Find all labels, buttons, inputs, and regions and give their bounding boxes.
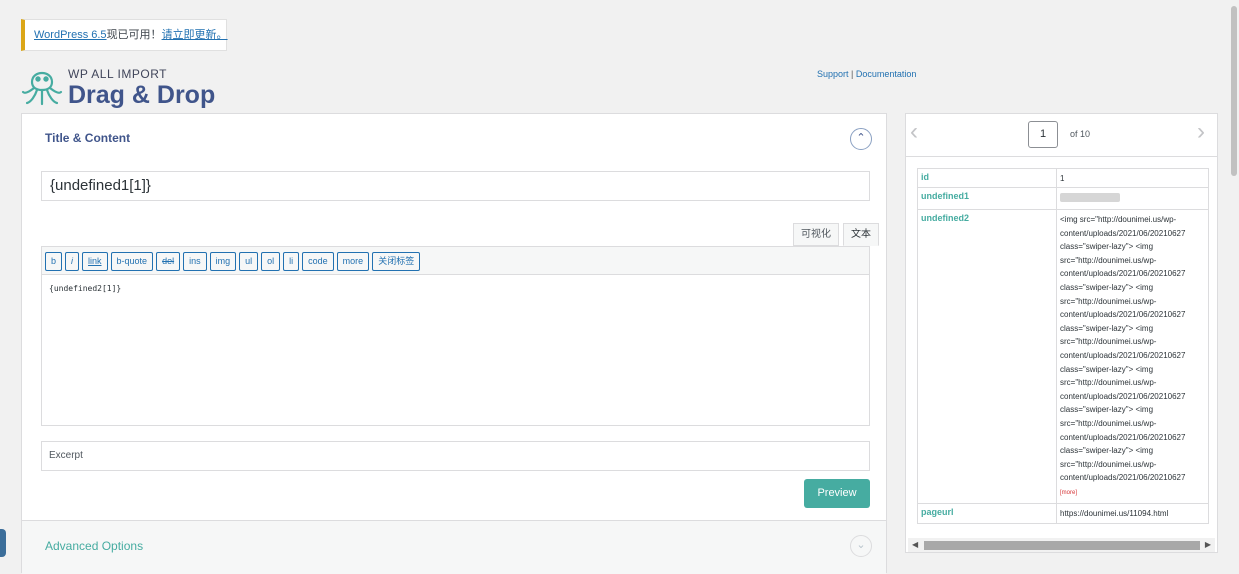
- page-scrollbar-thumb[interactable]: [1231, 6, 1237, 176]
- ins-button[interactable]: ins: [183, 252, 207, 271]
- record-row-undefined2: undefined2 <img src="http://dounimei.us/…: [917, 210, 1209, 504]
- italic-button[interactable]: i: [65, 252, 80, 271]
- documentation-link[interactable]: Documentation: [856, 69, 917, 79]
- expand-advanced-button[interactable]: ⌄: [850, 535, 872, 557]
- section-title: Title & Content: [45, 131, 131, 145]
- editor-mode-tabs: 可视化 文本: [789, 223, 879, 246]
- wordpress-version-link[interactable]: WordPress 6.5: [34, 29, 107, 41]
- close-tags-button[interactable]: 关闭标签: [372, 252, 421, 271]
- title-content-panel: Title & Content ⌃ {undefined1[1]} 可视化 文本…: [21, 113, 887, 574]
- help-separator: |: [848, 69, 856, 79]
- page-scrollbar[interactable]: [1229, 0, 1239, 563]
- horizontal-scrollbar[interactable]: ◀ ▶: [908, 538, 1215, 552]
- excerpt-input[interactable]: Excerpt: [41, 441, 870, 471]
- record-value-text: <img src="http://dounimei.us/wp- content…: [1060, 215, 1186, 483]
- img-button[interactable]: img: [209, 252, 237, 271]
- link-button[interactable]: link: [82, 252, 108, 271]
- ul-button[interactable]: ul: [239, 252, 259, 271]
- record-key[interactable]: undefined1: [918, 188, 1057, 209]
- brand-subtitle: WP ALL IMPORT: [68, 67, 167, 81]
- record-number-input[interactable]: 1: [1028, 121, 1058, 148]
- bold-button[interactable]: b: [45, 252, 63, 271]
- ol-button[interactable]: ol: [261, 252, 281, 271]
- brand-title: Drag & Drop: [68, 81, 216, 109]
- record-value: https://dounimei.us/11094.html: [1060, 509, 1169, 518]
- quicktags-toolbar: b i link b-quote del ins img ul ol li code more 关闭标签: [42, 247, 869, 275]
- record-key[interactable]: undefined2: [918, 210, 1057, 503]
- tab-visual[interactable]: 可视化: [793, 223, 839, 246]
- del-button[interactable]: del: [156, 252, 181, 271]
- blurred-value: [1060, 193, 1120, 202]
- record-row-undefined1: undefined1: [917, 188, 1209, 210]
- blockquote-button[interactable]: b-quote: [110, 252, 154, 271]
- show-more-link[interactable]: [more]: [1060, 490, 1077, 496]
- update-notice: WordPress 6.5现已可用！请立即更新。: [21, 19, 228, 51]
- preview-button[interactable]: Preview: [804, 479, 870, 508]
- record-value-redacted: [1057, 188, 1208, 210]
- record-row-pageurl: pageurl https://dounimei.us/11094.html: [917, 504, 1209, 524]
- advanced-options-title: Advanced Options: [45, 539, 144, 553]
- content-editor: b i link b-quote del ins img ul ol li code more 关闭标签…: [41, 246, 870, 426]
- help-links: Support | Documentation: [817, 69, 916, 79]
- octopus-logo-icon: [21, 71, 63, 106]
- tab-text[interactable]: 文本: [843, 223, 879, 246]
- content-textarea[interactable]: {undefined2[1]}: [42, 275, 869, 302]
- post-title-input[interactable]: {undefined1[1]}: [41, 171, 870, 201]
- record-row-id: id 1: [917, 168, 1209, 188]
- chevron-down-icon: ⌄: [856, 539, 866, 551]
- more-button[interactable]: more: [336, 252, 370, 271]
- record-key[interactable]: pageurl: [918, 504, 1057, 523]
- scroll-right-icon[interactable]: ▶: [1205, 540, 1211, 549]
- notice-text: 现已可用！: [106, 29, 162, 41]
- record-value: 1: [1060, 174, 1065, 183]
- scrollbar-thumb[interactable]: [924, 541, 1200, 550]
- scroll-left-icon[interactable]: ◀: [912, 540, 918, 549]
- chevron-right-icon[interactable]: ›: [1197, 118, 1205, 146]
- record-table: id 1 undefined1 undefined2 <img src="htt…: [917, 168, 1209, 526]
- record-key[interactable]: id: [918, 169, 1057, 187]
- side-tab-handle[interactable]: [0, 529, 6, 557]
- chevron-up-icon: ⌃: [856, 132, 866, 144]
- record-value: <img src="http://dounimei.us/wp- content…: [1057, 210, 1208, 503]
- code-button[interactable]: code: [302, 252, 334, 271]
- record-count-label: of 10: [1070, 129, 1091, 139]
- support-link[interactable]: Support: [817, 69, 849, 79]
- divider: [906, 156, 1217, 157]
- li-button[interactable]: li: [283, 252, 300, 271]
- update-now-link[interactable]: 请立即更新。: [162, 29, 228, 41]
- collapse-section-button[interactable]: ⌃: [850, 128, 872, 150]
- chevron-left-icon[interactable]: ‹: [910, 118, 918, 146]
- record-viewer-panel: ‹ 1 of 10 › id 1 undefined1 undefined2 <…: [905, 113, 1218, 553]
- advanced-options-bar[interactable]: Advanced Options ⌄: [22, 520, 886, 574]
